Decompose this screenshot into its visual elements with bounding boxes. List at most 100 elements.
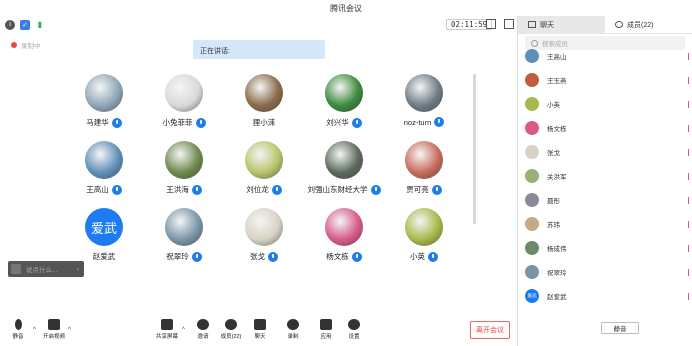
mute-all-button[interactable]: 静音: [601, 322, 639, 334]
member-list-item[interactable]: 张戈: [525, 144, 691, 160]
share-screen-button[interactable]: 共享屏幕: [151, 319, 183, 340]
emoji-icon[interactable]: [11, 264, 21, 274]
participant-tile[interactable]: 小英: [384, 208, 464, 262]
member-list-item[interactable]: 苏玮: [525, 216, 691, 232]
member-list-item[interactable]: 杨文栋: [525, 120, 691, 136]
microphone-icon: [268, 251, 278, 262]
participant-tile[interactable]: noz-turn: [384, 74, 464, 127]
member-list-item[interactable]: 杨成伟: [525, 240, 691, 256]
participant-tile[interactable]: 刘位龙: [224, 141, 304, 195]
speaking-banner: 正在讲话:: [193, 40, 325, 59]
member-avatar: [525, 241, 539, 255]
participant-tile[interactable]: 小兔菲菲: [144, 74, 224, 128]
participant-tile[interactable]: 祝翠玲: [144, 208, 224, 262]
participant-name: 小英: [410, 252, 425, 261]
speaking-label: 正在讲话:: [200, 48, 230, 55]
participant-tile[interactable]: 王洪海: [144, 141, 224, 195]
participant-tile[interactable]: 马建华: [64, 74, 144, 128]
window-title: 腾讯会议: [330, 3, 362, 13]
grid-scrollbar[interactable]: [473, 74, 476, 224]
collapse-chevron-icon[interactable]: ‹: [77, 266, 79, 273]
avatar: 爱武: [85, 208, 123, 246]
member-list-item[interactable]: 聂彤: [525, 192, 691, 208]
member-name: 王高山: [547, 54, 567, 61]
mic-muted-icon[interactable]: [685, 52, 689, 60]
side-panel-tabs: 聊天 成员(22): [518, 16, 692, 34]
participant-name: 刘兴华: [326, 118, 349, 127]
participant-tile[interactable]: 王高山: [64, 141, 144, 195]
record-button[interactable]: 录制: [277, 319, 309, 340]
avatar: [245, 74, 283, 112]
microphone-icon: [434, 117, 445, 127]
mic-muted-icon[interactable]: [685, 124, 689, 132]
participant-tile[interactable]: 刘强山东财经大学: [304, 141, 384, 195]
info-icon[interactable]: i: [5, 19, 15, 30]
avatar: [405, 74, 443, 112]
participant-tile[interactable]: 贾可亮: [384, 141, 464, 195]
mic-muted-icon[interactable]: [685, 220, 689, 228]
participant-tile[interactable]: 刘兴华: [304, 74, 384, 128]
share-options-caret-icon[interactable]: ^: [182, 327, 185, 333]
member-name: 杨文栋: [547, 126, 567, 133]
mic-muted-icon[interactable]: [685, 244, 689, 252]
security-shield-icon[interactable]: ✓: [20, 19, 30, 30]
participant-name-row: 张戈: [224, 251, 304, 262]
member-list-item[interactable]: 关洪军: [525, 168, 691, 184]
participant-name: 狸小淶: [252, 118, 276, 127]
participant-tile[interactable]: 爱武 赵爱武: [64, 208, 144, 262]
apps-label: 应用: [320, 334, 332, 340]
avatar: [245, 208, 283, 246]
mic-muted-icon[interactable]: [685, 292, 689, 300]
participant-tile[interactable]: 杨文栋: [304, 208, 384, 262]
chat-label: 聊天: [254, 334, 266, 340]
member-list-item[interactable]: 王高山: [525, 48, 691, 64]
recording-indicator[interactable]: 录制中: [11, 40, 41, 50]
participant-name-row: 王高山: [64, 184, 144, 195]
video-button[interactable]: 开启视频: [38, 319, 70, 340]
member-avatar: [525, 193, 539, 207]
network-signal-icon[interactable]: ▮: [35, 20, 45, 30]
participant-name: 赵爱武: [92, 252, 116, 261]
tab-chat[interactable]: 聊天: [518, 16, 605, 33]
participant-name-row: 刘兴华: [304, 117, 384, 128]
participant-tile[interactable]: 张戈: [224, 208, 304, 262]
participant-name: 贾可亮: [406, 185, 429, 194]
avatar: [165, 74, 203, 112]
tab-members[interactable]: 成员(22): [605, 16, 692, 33]
share-screen-icon: [161, 319, 173, 330]
mute-button[interactable]: 静音: [2, 319, 34, 340]
mic-muted-icon[interactable]: [685, 172, 689, 180]
mic-muted-icon[interactable]: [685, 148, 689, 156]
members-button[interactable]: 成员(22): [215, 319, 247, 340]
participant-tile[interactable]: 狸小淶: [224, 74, 304, 128]
member-avatar: [525, 97, 539, 111]
fullscreen-icon[interactable]: [486, 19, 496, 29]
participant-name: 祝翠玲: [166, 252, 189, 261]
chat-button[interactable]: 聊天: [244, 319, 276, 340]
chat-bubble-icon: [254, 319, 266, 330]
participant-name: 马建华: [86, 118, 109, 127]
member-list-item[interactable]: 祝翠玲: [525, 264, 691, 280]
participant-name: 王洪海: [166, 185, 189, 194]
member-name: 小英: [547, 102, 560, 109]
record-label: 录制: [287, 334, 299, 340]
mic-muted-icon[interactable]: [685, 196, 689, 204]
settings-button[interactable]: 设置: [338, 319, 370, 340]
member-name: 张戈: [547, 150, 560, 157]
participant-name-row: 王洪海: [144, 184, 224, 195]
member-list-item[interactable]: 小英: [525, 96, 691, 112]
mute-options-caret-icon[interactable]: ^: [33, 327, 36, 333]
mic-muted-icon[interactable]: [685, 76, 689, 84]
member-list-item[interactable]: 爱武 赵爱武: [525, 288, 691, 304]
mic-muted-icon[interactable]: [685, 268, 689, 276]
participant-name-row: 祝翠玲: [144, 251, 224, 262]
quick-chat-box[interactable]: 说点什么... ‹: [8, 261, 84, 277]
leave-meeting-button[interactable]: 离开会议: [470, 321, 510, 339]
participant-name-row: 刘位龙: [224, 184, 304, 195]
video-options-caret-icon[interactable]: ^: [68, 327, 71, 333]
participant-name-row: 刘强山东财经大学: [304, 184, 384, 195]
member-name: 苏玮: [547, 222, 560, 229]
member-list-item[interactable]: 王玉燕: [525, 72, 691, 88]
layout-toggle-icon[interactable]: [504, 19, 514, 29]
mic-muted-icon[interactable]: [685, 100, 689, 108]
